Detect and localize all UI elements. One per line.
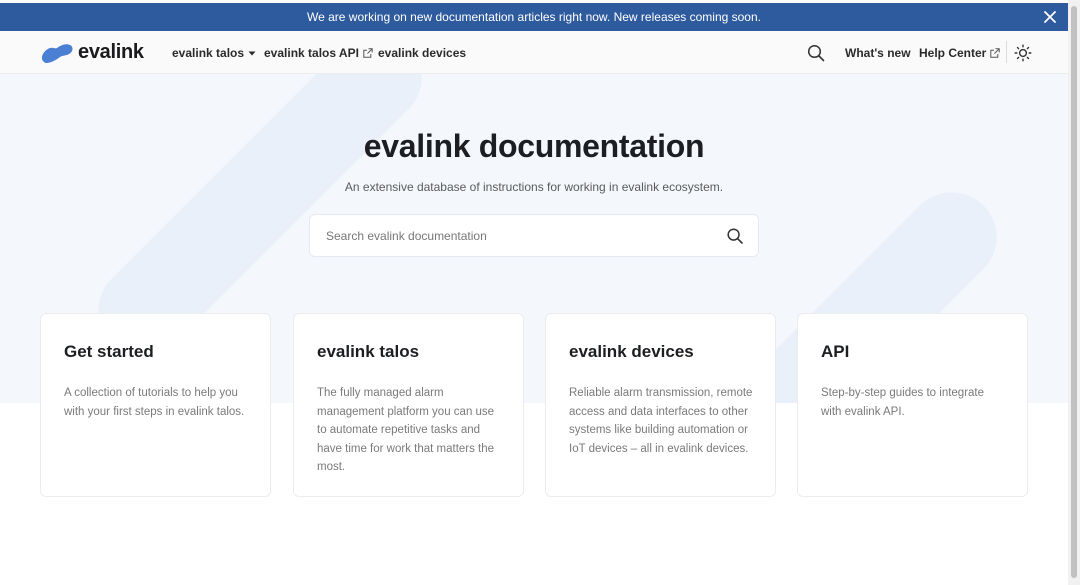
caret-down-icon [248,51,256,55]
navbar-divider [1006,41,1007,63]
theme-toggle-button[interactable] [1012,42,1034,64]
nav-item-label: Help Center [919,45,987,60]
close-announcement-button[interactable] [1038,5,1062,29]
docs-search-box [309,214,759,257]
nav-item-evalink-talos[interactable]: evalink talos [172,31,256,74]
close-icon [1044,11,1056,23]
nav-item-whats-new[interactable]: What's new [845,31,911,74]
page: We are working on new documentation arti… [0,0,1068,585]
nav-item-label: What's new [845,45,911,60]
card-description: A collection of tutorials to help you wi… [64,387,245,418]
announcement-text: We are working on new documentation arti… [306,10,761,24]
search-icon[interactable] [726,227,744,245]
card-title: evalink devices [569,342,694,361]
page-scrollbar[interactable] [1068,0,1080,585]
nav-item-evalink-talos-api[interactable]: evalink talos API [264,31,373,74]
nav-item-label: evalink talos API [264,45,359,60]
navbar: evalink evalink talos evalink talos API … [0,31,1068,74]
card-description: Reliable alarm transmission, remote acce… [569,387,753,455]
card-evalink-talos[interactable]: evalink talos The fully managed alarm ma… [293,313,524,497]
sun-icon [1014,44,1032,62]
card-description: The fully managed alarm management platf… [317,387,495,474]
scrollbar-thumb[interactable] [1071,6,1077,578]
external-link-icon [990,47,1001,58]
page-title: evalink documentation [363,128,705,164]
logo-text: evalink [78,41,144,63]
nav-item-label: evalink talos [172,45,245,60]
external-link-icon [363,47,373,58]
card-evalink-devices[interactable]: evalink devices Reliable alarm transmiss… [545,313,776,497]
nav-item-label: evalink devices [378,45,467,60]
card-get-started[interactable]: Get started A collection of tutorials to… [40,313,271,497]
page-subtitle: An extensive database of instructions fo… [344,180,724,194]
card-api[interactable]: API Step-by-step guides to integrate wit… [797,313,1028,497]
card-description: Step-by-step guides to integrate with ev… [821,387,985,418]
nav-item-help-center[interactable]: Help Center [919,31,1001,74]
docs-search-input[interactable] [326,215,716,256]
card-title: Get started [64,342,154,361]
card-title: evalink talos [317,342,420,361]
navbar-search-button[interactable] [806,43,826,63]
logo-link[interactable]: evalink [40,41,144,64]
nav-item-evalink-devices[interactable]: evalink devices [378,31,466,74]
card-title: API [821,342,850,361]
evalink-logo-icon [41,43,73,63]
search-icon [807,44,825,62]
announcement-bar: We are working on new documentation arti… [0,3,1068,31]
